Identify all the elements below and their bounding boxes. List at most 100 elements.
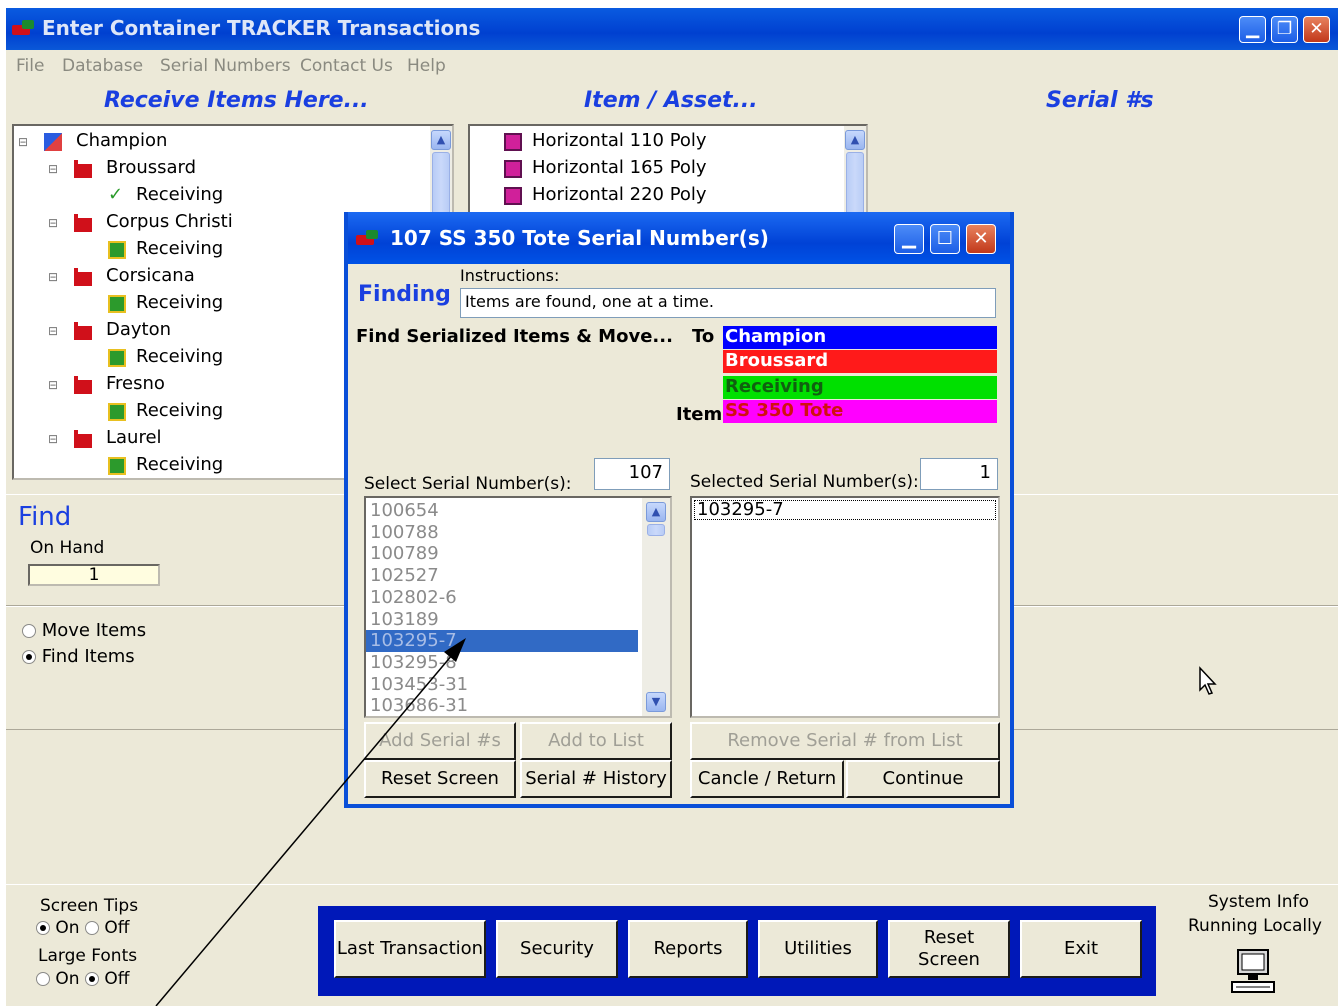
serial-list-item[interactable]: 102527 xyxy=(370,565,439,587)
checkmark-icon: ✓ xyxy=(108,184,124,205)
scroll-down-icon[interactable]: ▼ xyxy=(646,692,666,712)
facility-icon xyxy=(74,214,92,232)
tote-icon xyxy=(504,133,522,151)
dialog-minimize-button[interactable]: ▁ xyxy=(894,224,924,254)
scroll-thumb[interactable] xyxy=(647,524,665,536)
radio-icon[interactable] xyxy=(84,921,99,935)
selected-serial-label: Selected Serial Number(s): xyxy=(690,472,919,492)
item-scrollbar[interactable]: ▲ xyxy=(844,126,866,222)
menu-help[interactable]: Help xyxy=(407,56,446,76)
last-transaction-button[interactable]: Last Transaction xyxy=(334,920,486,978)
remove-serial-button[interactable]: Remove Serial # from List xyxy=(690,722,1000,760)
reset-screen-button[interactable]: Reset Screen xyxy=(888,920,1010,978)
exit-button[interactable]: Exit xyxy=(1020,920,1142,978)
tree-node-laurel[interactable]: ⊟ Laurel xyxy=(48,427,162,448)
serial-list-item[interactable]: 103295-7 xyxy=(366,630,638,653)
system-info-label: System Info xyxy=(1208,892,1309,912)
screen-tips-toggle[interactable]: On Off xyxy=(36,918,129,938)
menu-contact-us[interactable]: Contact Us xyxy=(300,56,393,76)
radio-icon[interactable] xyxy=(36,921,50,935)
receiving-icon xyxy=(108,403,126,421)
menu-serial-numbers[interactable]: Serial Numbers xyxy=(160,56,291,76)
instructions-field: Items are found, one at a time. xyxy=(460,288,996,318)
item-label: Item xyxy=(676,404,723,425)
mouse-pointer-icon xyxy=(1199,666,1217,695)
serial-scrollbar[interactable]: ▲ ▼ xyxy=(642,498,670,716)
radio-icon[interactable] xyxy=(84,972,99,986)
add-serial-button[interactable]: Add Serial #s xyxy=(364,722,516,760)
radio-icon xyxy=(22,624,36,638)
minimize-button[interactable]: ▁ xyxy=(1239,16,1266,43)
menu-bar: File Database Serial Numbers Contact Us … xyxy=(6,50,1338,82)
window-title: Enter Container TRACKER Transactions xyxy=(42,16,481,40)
security-button[interactable]: Security xyxy=(496,920,618,978)
scroll-thumb[interactable] xyxy=(846,152,864,218)
screen-tips-label: Screen Tips xyxy=(40,896,139,916)
onhand-label: On Hand xyxy=(30,538,105,558)
dialog-title-bar[interactable]: 107 SS 350 Tote Serial Number(s) ▁ ☐ ✕ xyxy=(348,212,1010,264)
facility-icon xyxy=(74,268,92,286)
dialog-maximize-button[interactable]: ☐ xyxy=(930,224,960,254)
serial-list-item[interactable]: 100654 xyxy=(370,500,439,522)
utilities-button[interactable]: Utilities xyxy=(758,920,878,978)
add-to-list-button[interactable]: Add to List xyxy=(520,722,672,760)
title-bar[interactable]: Enter Container TRACKER Transactions ▁ ❐… xyxy=(6,8,1338,50)
selected-serial-item[interactable]: 103295-7 xyxy=(694,500,996,520)
computer-icon[interactable] xyxy=(1228,948,1280,996)
company-icon xyxy=(44,133,62,151)
serial-list-item[interactable]: 100789 xyxy=(370,543,439,565)
serial-list-item[interactable]: 102802-6 xyxy=(370,587,457,609)
item-header: Item / Asset... xyxy=(584,88,758,113)
move-items-radio[interactable]: Move Items xyxy=(22,620,146,641)
facility-icon xyxy=(74,160,92,178)
tree-node-champion[interactable]: ⊟ Champion xyxy=(18,130,167,151)
mode-label: Finding xyxy=(358,282,451,307)
reports-button[interactable]: Reports xyxy=(628,920,748,978)
cancel-return-button[interactable]: Cancle / Return xyxy=(690,760,844,798)
facility-icon xyxy=(74,322,92,340)
facility-icon xyxy=(74,430,92,448)
reset-screen-button[interactable]: Reset Screen xyxy=(364,760,516,798)
serial-list-item[interactable]: 100788 xyxy=(370,522,439,544)
dialog-title: 107 SS 350 Tote Serial Number(s) xyxy=(390,226,769,250)
to-company: Champion xyxy=(723,326,997,349)
dialog-heading: Find Serialized Items & Move... xyxy=(356,326,673,347)
tree-node-broussard[interactable]: ⊟ Broussard xyxy=(48,157,196,178)
select-serial-label: Select Serial Number(s): xyxy=(364,474,572,494)
tree-node-receiving-1[interactable]: ✓ Receiving xyxy=(108,184,223,205)
tree-node-corsicana[interactable]: ⊟ Corsicana xyxy=(48,265,195,286)
find-items-radio[interactable]: Find Items xyxy=(22,646,135,667)
serial-list-item[interactable]: 103189 xyxy=(370,609,439,631)
menu-database[interactable]: Database xyxy=(62,56,143,76)
scroll-up-icon[interactable]: ▲ xyxy=(431,130,451,150)
serial-history-button[interactable]: Serial # History xyxy=(520,760,672,798)
app-icon xyxy=(12,20,38,36)
serial-list[interactable]: 100654 100788 100789 102527 102802-6 103189 10… xyxy=(364,496,672,718)
instructions-label: Instructions: xyxy=(460,266,560,285)
receiving-icon xyxy=(108,241,126,259)
serial-list-item[interactable]: 103295-8 xyxy=(370,652,457,674)
tree-node-dayton[interactable]: ⊟ Dayton xyxy=(48,319,171,340)
running-locally-label: Running Locally xyxy=(1188,916,1322,936)
radio-icon[interactable] xyxy=(36,972,50,986)
receive-header: Receive Items Here... xyxy=(104,88,369,113)
serial-list-item[interactable]: 103453-31 xyxy=(370,674,468,696)
restore-button[interactable]: ❐ xyxy=(1271,16,1298,43)
item-value: SS 350 Tote xyxy=(723,400,997,423)
serial-list-item[interactable]: 103686-31 xyxy=(370,695,468,716)
large-fonts-toggle[interactable]: On Off xyxy=(36,969,129,989)
close-button[interactable]: ✕ xyxy=(1303,16,1330,43)
selected-serial-list[interactable]: 103295-7 xyxy=(690,496,1000,718)
menu-file[interactable]: File xyxy=(16,56,44,76)
dialog-close-button[interactable]: ✕ xyxy=(966,224,996,254)
tree-node-corpus-christi[interactable]: ⊟ Corpus Christi xyxy=(48,211,233,232)
scroll-up-icon[interactable]: ▲ xyxy=(845,130,865,150)
continue-button[interactable]: Continue xyxy=(846,760,1000,798)
item-list[interactable]: Horizontal 110 Poly Horizontal 165 Poly … xyxy=(468,124,868,224)
onhand-field: 1 xyxy=(28,564,160,586)
to-location: Receiving xyxy=(723,376,997,399)
tree-node-fresno[interactable]: ⊟ Fresno xyxy=(48,373,165,394)
scroll-up-icon[interactable]: ▲ xyxy=(646,502,666,522)
large-fonts-label: Large Fonts xyxy=(38,946,138,966)
command-bar: Last Transaction Security Reports Utilit… xyxy=(318,906,1156,996)
